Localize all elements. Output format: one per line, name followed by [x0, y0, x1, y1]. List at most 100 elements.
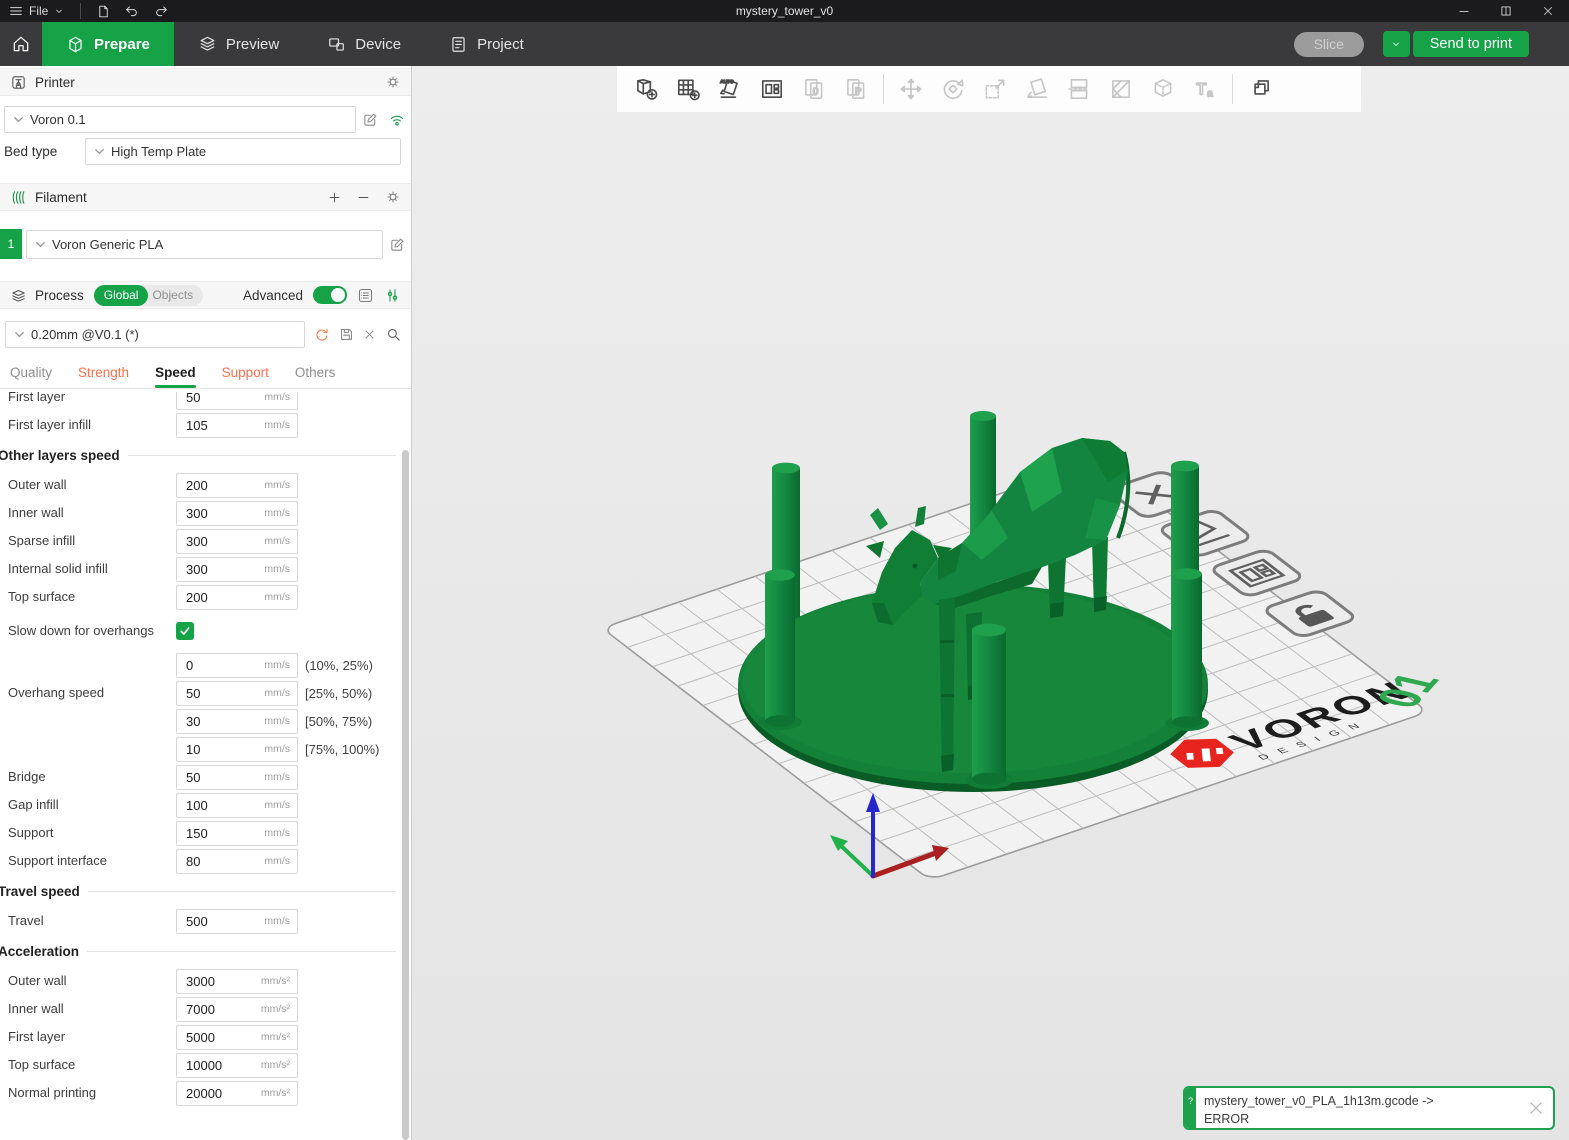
setting-value-input[interactable]: 20000mm/s² — [176, 1081, 298, 1106]
setting-value-input[interactable]: 300mm/s — [176, 529, 298, 554]
tab-device[interactable]: Device — [303, 22, 425, 66]
tune-sliders-icon[interactable] — [384, 287, 401, 304]
printer-connection-button[interactable] — [388, 111, 406, 129]
setting-value-input[interactable]: 3000mm/s² — [176, 969, 298, 994]
save-preset-button[interactable] — [338, 326, 355, 343]
tab-label: Project — [477, 36, 524, 53]
setting-value-input[interactable]: 30 mm/s — [176, 709, 298, 734]
setting-label: First layer infill — [8, 417, 176, 433]
object-toolbar: AUTO0PTa — [617, 66, 1361, 112]
toast-line2: ERROR — [1204, 1110, 1511, 1128]
printer-settings-gear-icon[interactable] — [385, 74, 401, 90]
setting-value: 30 — [177, 714, 200, 729]
remove-filament-icon[interactable] — [356, 190, 371, 205]
move-icon — [898, 76, 924, 102]
arrange-button[interactable] — [757, 74, 787, 104]
tab-prepare[interactable]: Prepare — [42, 22, 174, 66]
setting-value-input[interactable]: 300mm/s — [176, 501, 298, 526]
toolbar-divider — [1232, 74, 1233, 104]
bed-type-dropdown[interactable]: High Temp Plate — [85, 138, 401, 165]
setting-value-input[interactable]: 7000mm/s² — [176, 997, 298, 1022]
setting-value: 105 — [177, 418, 208, 433]
home-button[interactable] — [0, 22, 42, 66]
setting-row: First layer5000mm/s² — [0, 1023, 400, 1051]
new-file-icon — [96, 4, 111, 19]
setting-value-input[interactable]: 50mm/s — [176, 392, 298, 410]
file-menu-label[interactable]: File — [29, 4, 48, 18]
setting-value-input[interactable]: 105mm/s — [176, 413, 298, 438]
clear-preset-button[interactable] — [362, 327, 377, 342]
setting-value-input[interactable]: 100mm/s — [176, 793, 298, 818]
process-tab-others[interactable]: Others — [295, 356, 336, 388]
setting-value: 20000 — [177, 1086, 222, 1101]
process-tab-quality[interactable]: Quality — [10, 356, 52, 388]
close-icon — [1526, 1098, 1546, 1118]
setting-row: First layer infill105mm/s — [0, 411, 400, 439]
add-plate-button[interactable] — [673, 74, 703, 104]
setting-row: Travel500mm/s — [0, 907, 400, 935]
setting-value-input[interactable]: 0mm/s — [176, 653, 298, 678]
copy-object-button: 0 — [799, 74, 829, 104]
setting-value-input[interactable]: 150mm/s — [176, 821, 298, 846]
printer-select-dropdown[interactable]: Voron 0.1 — [4, 106, 356, 133]
setting-value-input[interactable]: 200mm/s — [176, 473, 298, 498]
toast-close-button[interactable] — [1519, 1088, 1553, 1128]
send-to-print-button[interactable]: Send to print — [1413, 31, 1529, 57]
tab-preview[interactable]: Preview — [174, 22, 303, 66]
send-options-button[interactable] — [1383, 31, 1410, 57]
setting-value-input[interactable]: 50mm/s — [176, 681, 298, 706]
process-tab-strength[interactable]: Strength — [78, 356, 129, 388]
minimize-icon — [1457, 4, 1471, 18]
setting-checkbox[interactable] — [176, 622, 194, 640]
setting-value-input[interactable]: 300mm/s — [176, 557, 298, 582]
main-menu-button[interactable]: File — [8, 3, 65, 19]
setting-value-input[interactable]: 10000mm/s² — [176, 1053, 298, 1078]
setting-row: Outer wall3000mm/s² — [0, 967, 400, 995]
printer-icon — [10, 74, 27, 91]
setting-value-input[interactable]: 80mm/s — [176, 849, 298, 874]
filament-settings-gear-icon[interactable] — [385, 189, 401, 205]
setting-value: 5000 — [177, 1030, 215, 1045]
edit-filament-button[interactable] — [389, 236, 406, 253]
setting-label: Support interface — [8, 853, 176, 869]
setting-unit: mm/s — [264, 715, 297, 727]
new-project-button[interactable] — [96, 4, 111, 19]
process-tab-support[interactable]: Support — [222, 356, 269, 388]
add-filament-icon[interactable] — [327, 190, 342, 205]
search-settings-button[interactable] — [385, 326, 402, 343]
scope-global-button[interactable]: Global — [94, 285, 149, 306]
setting-unit: mm/s — [264, 915, 297, 927]
settings-scroll-area[interactable]: First layer50mm/sFirst layer infill105mm… — [0, 392, 400, 1140]
setting-value-input[interactable]: 10mm/s — [176, 737, 298, 762]
undo-button[interactable] — [124, 3, 140, 19]
process-scope-switch: Global Objects — [94, 285, 203, 306]
parameter-list-icon[interactable] — [357, 287, 374, 304]
slice-button[interactable]: Slice — [1294, 32, 1364, 57]
scope-objects-button[interactable]: Objects — [148, 285, 203, 306]
close-button[interactable] — [1527, 0, 1569, 22]
redo-button[interactable] — [153, 3, 169, 19]
maximize-button[interactable] — [1485, 0, 1527, 22]
setting-row: Overhang speed50mm/s[25%, 50%) — [0, 679, 400, 707]
add-model-button[interactable] — [631, 74, 661, 104]
printer-section-header: Printer — [0, 68, 411, 96]
tab-project[interactable]: Project — [425, 22, 548, 66]
setting-value: 50 — [177, 770, 200, 785]
3d-viewport[interactable]: VORON D E S I G N 01 — [412, 66, 1569, 1140]
auto-orient-button[interactable]: AUTO — [715, 74, 745, 104]
setting-value-input[interactable]: 5000mm/s² — [176, 1025, 298, 1050]
minimize-button[interactable] — [1443, 0, 1485, 22]
process-preset-dropdown[interactable]: 0.20mm @V0.1 (*) — [5, 321, 305, 348]
settings-scrollbar[interactable] — [402, 450, 409, 1140]
advanced-toggle[interactable] — [313, 286, 347, 304]
assembly-view-icon — [1247, 76, 1273, 102]
reset-preset-button[interactable] — [313, 326, 330, 343]
edit-printer-button[interactable] — [362, 111, 379, 128]
setting-value-input[interactable]: 50mm/s — [176, 765, 298, 790]
assembly-view-button[interactable] — [1245, 74, 1275, 104]
device-icon — [327, 35, 346, 54]
filament-select-dropdown[interactable]: Voron Generic PLA — [26, 230, 383, 259]
setting-value-input[interactable]: 500mm/s — [176, 909, 298, 934]
process-tab-speed[interactable]: Speed — [155, 356, 196, 388]
setting-value-input[interactable]: 200mm/s — [176, 585, 298, 610]
